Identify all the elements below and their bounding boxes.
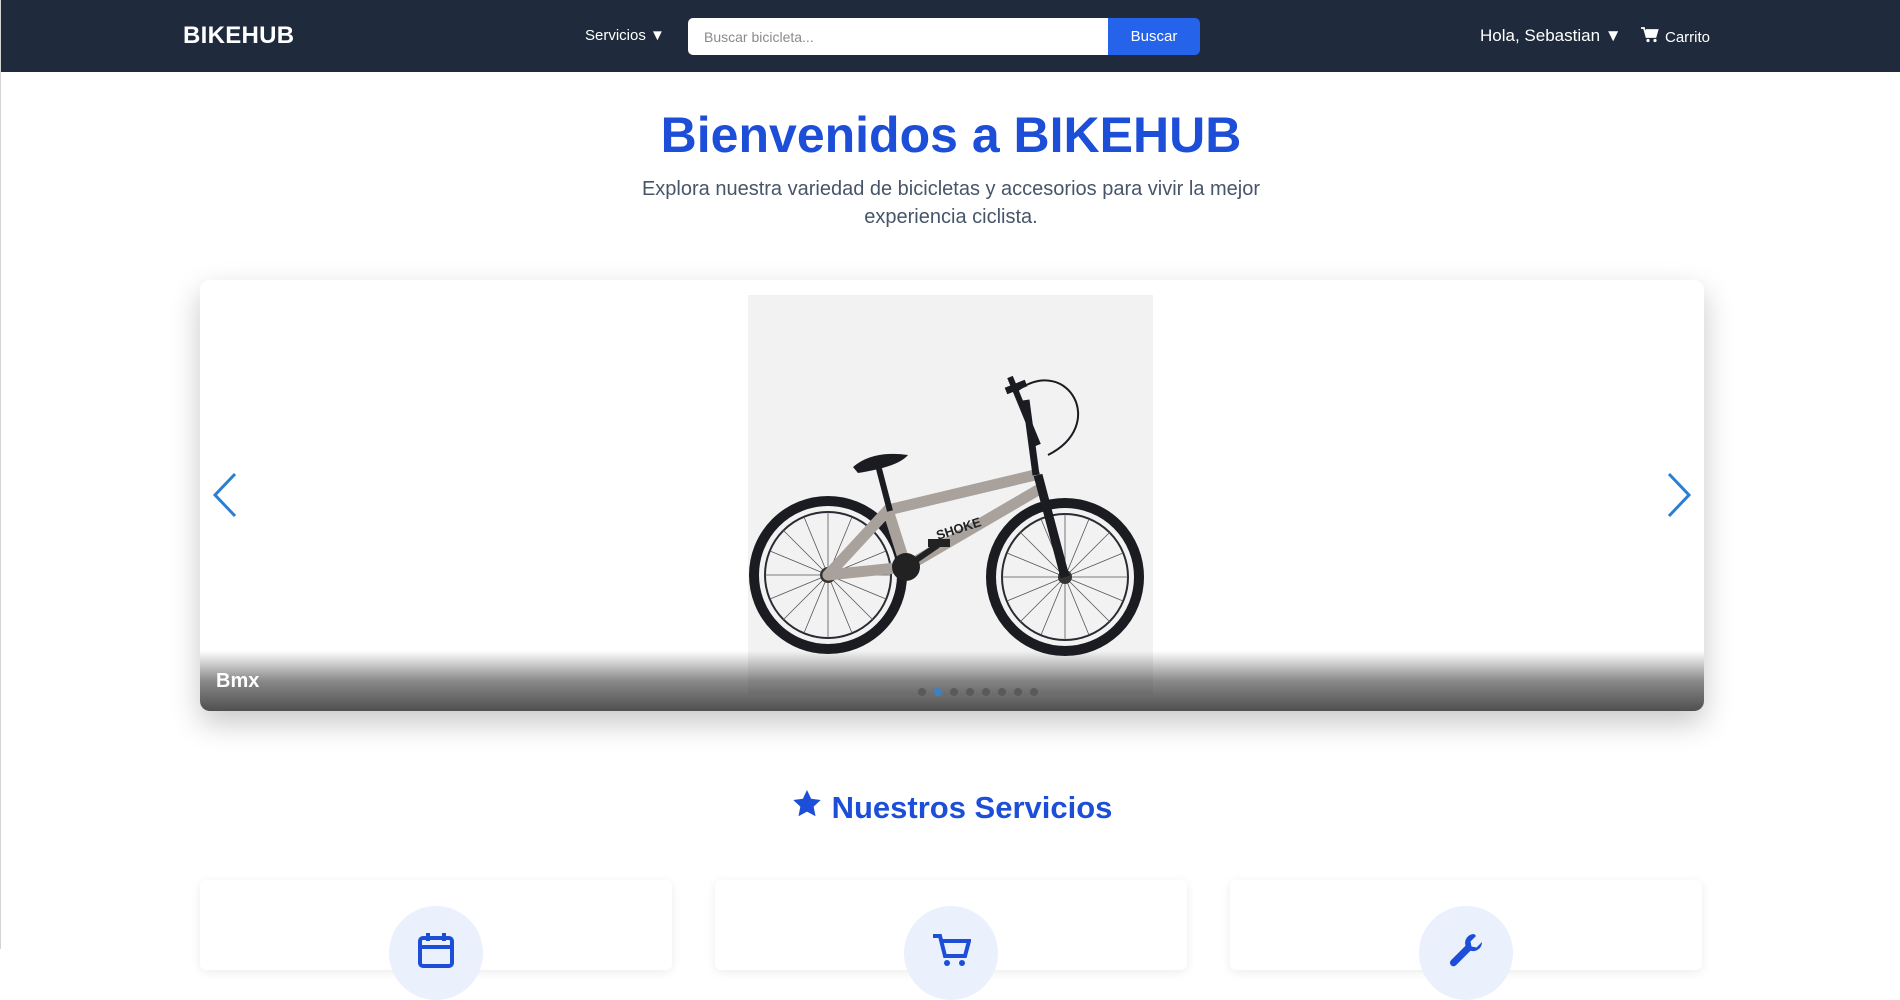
services-section-title: Nuestros Servicios bbox=[1, 788, 1900, 828]
carousel-dot[interactable] bbox=[950, 688, 958, 696]
services-dropdown[interactable]: Servicios ▼ bbox=[585, 27, 665, 44]
search-button[interactable]: Buscar bbox=[1108, 18, 1200, 55]
bmx-bike-image[interactable]: SHOKE bbox=[748, 295, 1153, 695]
carousel-pagination bbox=[200, 688, 1704, 696]
services-title-text: Nuestros Servicios bbox=[831, 790, 1113, 825]
carousel-dot[interactable] bbox=[998, 688, 1006, 696]
product-carousel: SHOKE Bmx bbox=[200, 280, 1704, 711]
carousel-dot[interactable] bbox=[1014, 688, 1022, 696]
carousel-dot[interactable] bbox=[1030, 688, 1038, 696]
service-card-cart[interactable] bbox=[715, 880, 1187, 1000]
cart-label: Carrito bbox=[1665, 28, 1711, 46]
carousel-prev-button[interactable] bbox=[210, 470, 240, 520]
service-icon-circle bbox=[389, 906, 483, 1000]
chevron-right-icon bbox=[1664, 472, 1694, 524]
cart-link[interactable]: Carrito bbox=[1641, 27, 1710, 47]
hero-subtitle: Explora nuestra variedad de bicicletas y… bbox=[641, 178, 1261, 228]
brand-logo[interactable]: BIKEHUB bbox=[183, 22, 294, 50]
service-icon-circle bbox=[1419, 906, 1513, 1000]
carousel-dot[interactable] bbox=[966, 688, 974, 696]
carousel-next-button[interactable] bbox=[1664, 470, 1694, 520]
top-navbar: BIKEHUB Servicios ▼ Buscar Hola, Sebasti… bbox=[1, 0, 1900, 72]
service-icon-circle bbox=[904, 906, 998, 1000]
hero-title: Bienvenidos a BIKEHUB bbox=[660, 107, 1242, 163]
search-input[interactable] bbox=[688, 18, 1108, 55]
carousel-dot-active[interactable] bbox=[934, 688, 942, 696]
caption-overlay bbox=[200, 651, 1704, 711]
chevron-left-icon bbox=[210, 472, 240, 524]
service-card-repair[interactable] bbox=[1230, 880, 1702, 1000]
shopping-cart-icon bbox=[1641, 27, 1659, 47]
carousel-dot[interactable] bbox=[918, 688, 926, 696]
service-card-calendar[interactable] bbox=[200, 880, 672, 1000]
user-menu-dropdown[interactable]: Hola, Sebastian ▼ bbox=[1480, 26, 1622, 46]
carousel-dot[interactable] bbox=[982, 688, 990, 696]
star-icon bbox=[790, 788, 824, 828]
